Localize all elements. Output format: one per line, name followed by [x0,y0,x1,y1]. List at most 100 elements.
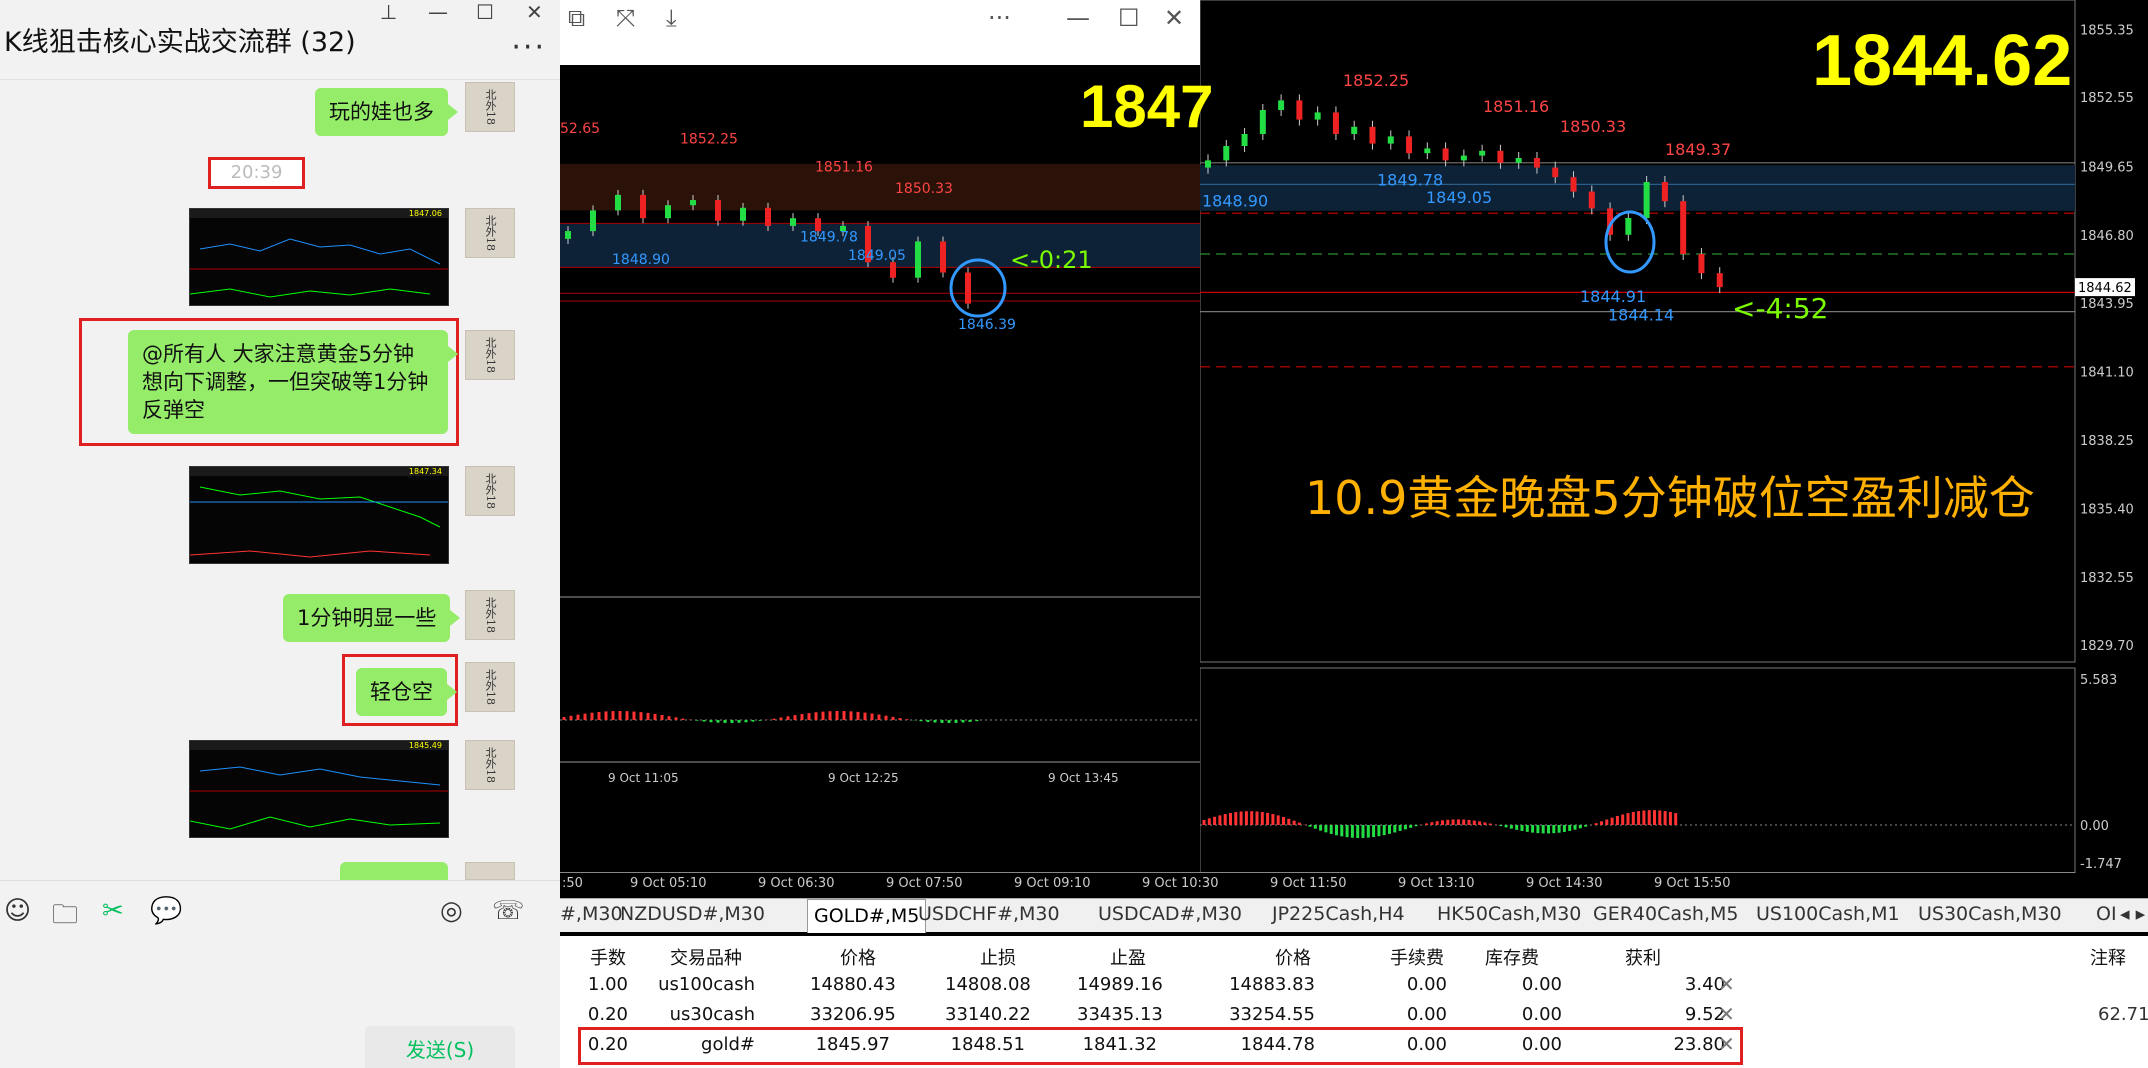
close-position-icon[interactable]: ✕ [1718,972,1735,996]
low-label: 1848.90 [1202,191,1268,210]
chat-image-chart[interactable]: 1847.34 [189,466,449,564]
low-label: 1844.14 [1608,306,1674,325]
candle-body [1314,112,1321,120]
column-header[interactable]: 价格 [840,944,876,970]
chat-message[interactable]: 玩的娃也多 [315,88,458,136]
more-options-icon[interactable]: ··· [511,30,546,65]
tab--m30[interactable]: #,M30 [560,903,623,925]
candle-body [1241,134,1248,146]
send-button[interactable]: 发送(S) [365,1026,515,1068]
minimize-icon[interactable]: — [428,0,448,24]
scissors-icon[interactable]: ✂ [102,896,124,926]
avatar[interactable]: 北外18 [465,82,515,132]
avatar[interactable]: 北外18 [465,590,515,640]
osc-tick-label: -1.747 [2080,857,2122,872]
tab-us100cash-m1[interactable]: US100Cash,M1 [1756,903,1900,925]
tab-ger40cash-m5[interactable]: GER40Cash,M5 [1593,903,1738,925]
y-tick-label: 1852.55 [2080,91,2134,106]
table-cell: 14880.43 [810,974,896,995]
pin-icon[interactable]: ⊥ [380,0,397,24]
candle-body [1680,201,1687,254]
minimize-icon[interactable]: — [1066,4,1090,32]
chat-bubble-icon[interactable]: 💬 [150,896,182,926]
resistance-zone [560,163,1200,211]
video-call-icon[interactable]: ☏ [492,896,525,926]
x-tick-label: :50 [562,876,583,891]
close-icon[interactable]: ✕ [1164,4,1184,32]
more-icon[interactable]: ··· [988,4,1011,32]
avatar[interactable]: 北外18 [465,740,515,790]
column-header[interactable]: 手续费 [1390,944,1444,970]
chat-image-chart[interactable]: 1847.06 [189,208,449,306]
gold-m5-chart[interactable]: 1855.35 1852.55 1849.65 1846.80 1843.95 1841.… [1200,0,2148,878]
chat-message[interactable] [340,862,448,880]
price-tag-label: 1844.62 [2078,281,2132,296]
chart-window-titlebar: ⧉ ⤧ ⤓ ··· — ☐ ✕ [560,0,1200,65]
avatar[interactable]: 北外18 [465,466,515,516]
tab-gold-m5[interactable]: GOLD#,M5 [807,899,927,933]
gold-m1-chart[interactable]: 52.65 1852.25 1851.16 1850.33 1848.90 1849.78… [560,65,1200,800]
copy-icon[interactable]: ⧉ [568,4,585,32]
emoji-icon[interactable]: ☺ [4,896,31,926]
candle-body [1460,155,1467,161]
column-header[interactable]: 交易品种 [670,944,742,970]
tab-usdcad-m30[interactable]: USDCAD#,M30 [1098,903,1242,925]
tab-oi[interactable]: OI [2096,903,2117,925]
table-cell: 0.00 [1406,1004,1447,1025]
low-label: 1848.90 [612,252,670,268]
chat-message[interactable]: 1分钟明显一些 [283,594,461,642]
table-cell: 33206.95 [810,1004,896,1025]
y-tick-label: 1832.55 [2080,571,2134,586]
candle-body [690,200,696,206]
table-cell: 3.40 [1684,974,1725,995]
y-tick-label: 1835.40 [2080,502,2134,517]
maximize-icon[interactable]: ☐ [1118,4,1140,32]
tab-nzdusd-m30[interactable]: NZDUSD#,M30 [620,903,765,925]
avatar[interactable]: 北外18 [465,662,515,712]
candle-body [965,272,971,304]
candle-body [1497,150,1504,163]
candle-body [1205,160,1211,168]
x-tick-label: 9 Oct 12:25 [828,771,899,785]
x-tick-label: 9 Oct 10:30 [1142,876,1219,891]
live-icon[interactable]: ◎ [440,896,463,926]
chat-message[interactable]: @所有人 大家注意黄金5分钟想向下调整，一但突破等1分钟反弹空 [128,330,458,434]
tab-hk50cash-m30[interactable]: HK50Cash,M30 [1437,903,1581,925]
folder-icon[interactable]: 🗀 [52,896,78,940]
download-icon[interactable]: ⤓ [666,4,677,32]
candle-body [665,205,671,219]
fit-screen-icon[interactable]: ⤧ [616,4,635,32]
avatar[interactable] [465,862,515,880]
chat-image-chart[interactable]: 1845.49 [189,740,449,838]
thumbnail-chart-icon [190,486,448,558]
scroll-arrows-icon[interactable]: ◂ ▸ [2120,903,2145,925]
maximize-icon[interactable]: ☐ [476,0,494,24]
candle-body [1296,100,1303,120]
table-cell: 33254.55 [1229,1004,1315,1025]
column-header[interactable]: 价格 [1275,944,1311,970]
close-icon[interactable]: ✕ [526,0,543,24]
candle-body [790,218,796,226]
column-header[interactable]: 止盈 [1110,944,1146,970]
x-tick-label: 9 Oct 15:50 [1654,876,1731,891]
avatar[interactable]: 北外18 [465,330,515,380]
candle-body [640,194,646,219]
chat-titlebar: K线狙击核心实战交流群 (32) ⊥ — ☐ ✕ ··· [0,0,560,80]
column-header[interactable]: 库存费 [1485,944,1539,970]
candle-body [890,262,896,278]
avatar[interactable]: 北外18 [465,208,515,258]
column-header[interactable]: 获利 [1625,944,1661,970]
column-header[interactable]: 止损 [980,944,1016,970]
tab-jp225cash-h4[interactable]: JP225Cash,H4 [1272,903,1405,925]
tab-usdchf-m30[interactable]: USDCHF#,M30 [918,903,1060,925]
high-label: 1849.37 [1665,140,1731,159]
tab-us30cash-m30[interactable]: US30Cash,M30 [1918,903,2062,925]
x-tick-label: 9 Oct 11:05 [608,771,679,785]
close-position-icon[interactable]: ✕ [1718,1002,1735,1026]
column-header[interactable]: 手数 [590,944,626,970]
candle-body [1332,112,1339,134]
chat-message[interactable]: 轻仓空 [356,668,457,716]
candle-body [740,207,746,221]
table-cell: us30cash [669,1004,755,1025]
table-cell: 33435.13 [1077,1004,1163,1025]
